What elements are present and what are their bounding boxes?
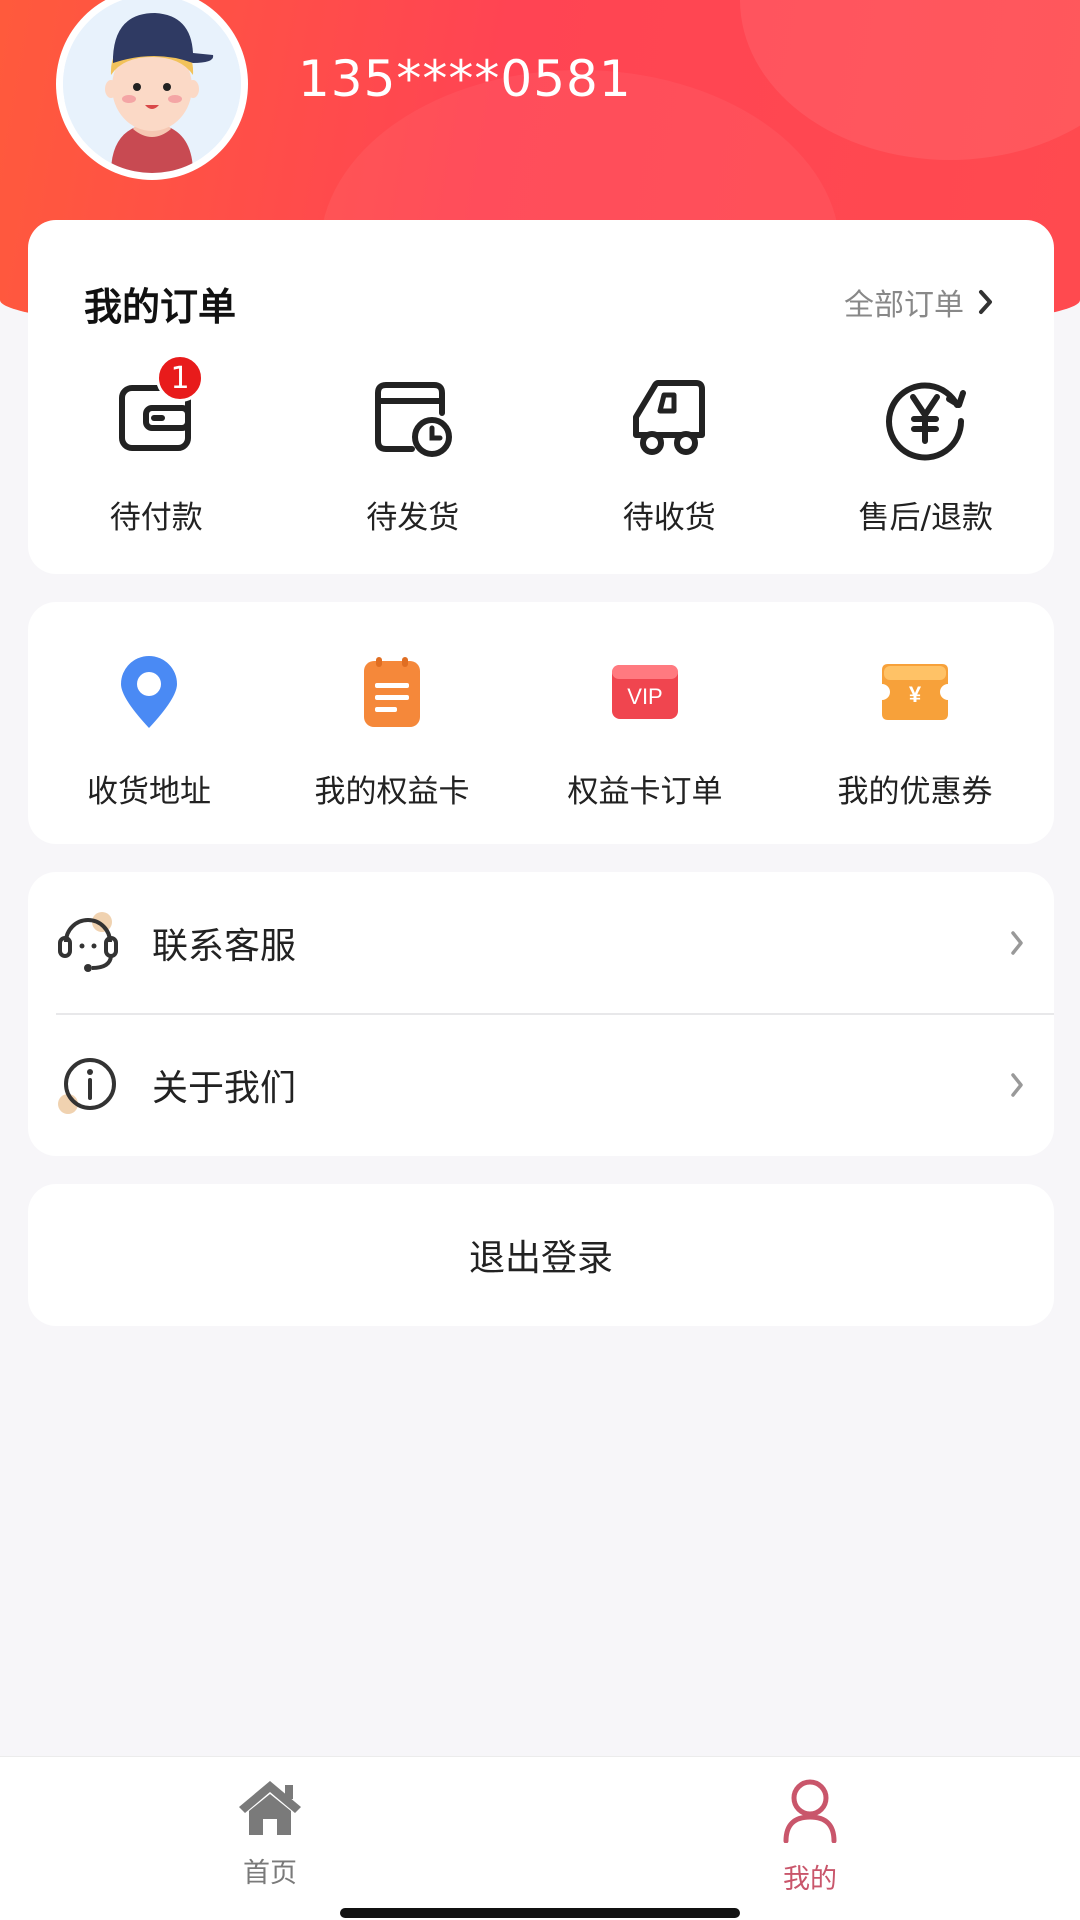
- tab-label: 我的: [783, 1864, 837, 1895]
- avatar-illustration: [63, 0, 241, 173]
- tab-home[interactable]: 首页: [170, 1779, 370, 1890]
- menu-item-label: 关于我们: [152, 1068, 297, 1109]
- service-label: 权益卡订单: [567, 774, 723, 810]
- info-icon: [58, 1058, 116, 1114]
- order-status-to-receive[interactable]: 待收货: [541, 372, 798, 537]
- benefit-card-orders-entry[interactable]: VIP 权益卡订单: [514, 646, 776, 811]
- my-orders-card: 我的订单 全部订单 1 待付款 待发货 待收货 售后/退款: [28, 220, 1054, 574]
- svg-text:¥: ¥: [909, 682, 922, 707]
- headset-icon: [58, 912, 118, 972]
- wallet-icon: [28, 372, 285, 464]
- location-pin-icon: [28, 646, 270, 738]
- svg-text:VIP: VIP: [627, 684, 662, 709]
- notepad-icon: [270, 646, 514, 738]
- order-status-label: 待收货: [622, 500, 716, 536]
- my-coupons-entry[interactable]: ¥ 我的优惠券: [776, 646, 1054, 811]
- my-benefit-card-entry[interactable]: 我的权益卡: [270, 646, 514, 811]
- user-phone-number: 135****0581: [298, 50, 632, 108]
- order-status-label: 待发货: [366, 500, 460, 536]
- service-label: 我的优惠券: [837, 774, 993, 810]
- order-status-to-ship[interactable]: 待发货: [285, 372, 542, 537]
- coupon-icon: ¥: [776, 646, 1054, 738]
- yuan-refund-icon: [798, 372, 1055, 464]
- order-status-after-sales-refund[interactable]: 售后/退款: [798, 372, 1055, 537]
- pending-payment-badge: 1: [156, 354, 204, 402]
- calendar-clock-icon: [285, 372, 542, 464]
- services-card: 收货地址 我的权益卡 VIP 权益卡订单 ¥ 我的优惠券: [28, 602, 1054, 844]
- chevron-right-icon: [1011, 931, 1023, 955]
- order-status-label: 售后/退款: [858, 500, 993, 536]
- settings-menu-card: 联系客服 关于我们: [28, 872, 1054, 1156]
- chevron-right-icon: [979, 290, 992, 314]
- logout-label: 退出登录: [468, 1238, 613, 1279]
- logout-button[interactable]: 退出登录: [28, 1184, 1054, 1326]
- service-label: 收货地址: [87, 774, 211, 810]
- all-orders-label: 全部订单: [844, 288, 964, 323]
- tab-mine[interactable]: 我的: [710, 1779, 910, 1896]
- menu-item-label: 联系客服: [152, 926, 297, 967]
- about-us-row[interactable]: 关于我们: [28, 1014, 1054, 1156]
- tab-label: 首页: [243, 1858, 297, 1889]
- my-orders-title: 我的订单: [84, 285, 237, 329]
- chevron-right-icon: [1011, 1073, 1023, 1097]
- home-icon: [239, 1781, 301, 1835]
- header-decoration: [740, 0, 1080, 160]
- home-indicator: [340, 1908, 740, 1918]
- shipping-address-entry[interactable]: 收货地址: [28, 646, 270, 811]
- all-orders-link[interactable]: 全部订单: [844, 280, 994, 324]
- bottom-tab-bar: 首页 我的: [0, 1756, 1080, 1920]
- user-icon: [783, 1779, 837, 1844]
- vip-icon: VIP: [514, 646, 776, 738]
- service-label: 我的权益卡: [314, 774, 470, 810]
- order-status-pending-payment[interactable]: 1 待付款: [28, 354, 285, 537]
- order-status-label: 待付款: [109, 500, 203, 536]
- delivery-truck-icon: [541, 372, 798, 464]
- contact-customer-service-row[interactable]: 联系客服: [28, 872, 1054, 1014]
